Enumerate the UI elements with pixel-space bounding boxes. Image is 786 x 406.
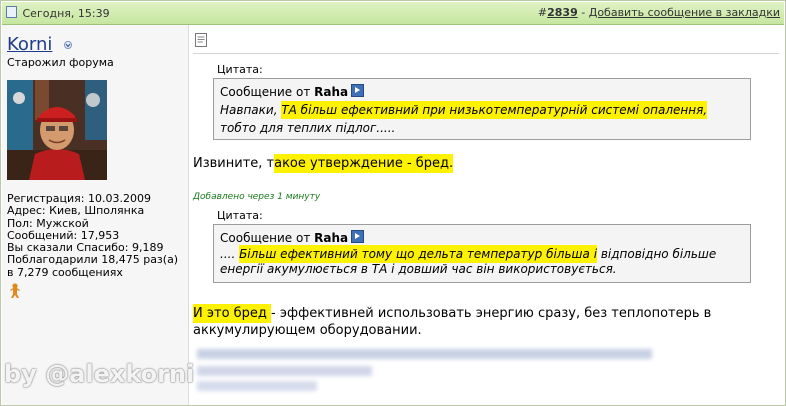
post-icon <box>195 33 207 47</box>
quote-text-prefix: .... <box>220 247 240 261</box>
quote-text: Навпаки, ТА більш ефективний при низькот… <box>220 101 744 119</box>
post-header-links: #2839 - Добавить сообщение в закладки <box>538 6 780 19</box>
user-info-line: в 7,279 сообщениях <box>7 265 123 279</box>
post-header: Сегодня, 15:39 #2839 - Добавить сообщени… <box>2 2 784 25</box>
reply-highlight-2: И это бред <box>193 304 272 323</box>
user-sidebar: Korni Старожил форума Регистрация: 10.03… <box>2 25 189 405</box>
blurred-signature <box>197 366 372 376</box>
gingerbread-icon <box>10 283 20 298</box>
added-note: Добавлено через 1 минуту <box>193 192 321 202</box>
avatar[interactable] <box>7 80 107 180</box>
quote-text-prefix: Навпаки, <box>220 103 282 117</box>
post-separator <box>193 53 779 54</box>
reply-text-1-prefix: Извините, т <box>193 156 275 171</box>
reply-text-2-rest: - эффективней использовать энергию сразу… <box>193 306 712 338</box>
reply-text-2: И это бред - эффективней использовать эн… <box>193 304 753 339</box>
user-info-line: Адрес: Киев, Шполянка <box>7 204 145 218</box>
quote-text: .... Більш ефективний тому що дельта тем… <box>220 245 744 277</box>
post-doc-icon <box>6 6 17 18</box>
quote-from: Сообщение от <box>220 231 315 245</box>
quote-author: Raha <box>314 231 349 245</box>
blurred-signature <box>197 349 652 359</box>
quote-label: Цитата: <box>217 209 263 222</box>
quote-box: Сообщение от Raha Навпаки, ТА більш ефек… <box>213 78 751 140</box>
reply-text-1: Извините, такое утверждение - бред. <box>193 154 454 173</box>
username-link[interactable]: Korni <box>7 34 52 55</box>
quote-text-rest: відповідно більше <box>597 247 717 261</box>
bookmark-link[interactable]: Добавить сообщение в закладки <box>589 6 780 19</box>
post-date-text: Сегодня, 15:39 <box>22 7 110 20</box>
quote-highlight: ТА більш ефективний при низькотемператур… <box>281 101 708 119</box>
blurred-signature <box>197 381 317 391</box>
user-info: Регистрация: 10.03.2009 Адрес: Киев, Шпо… <box>7 192 187 279</box>
header-separator: - <box>577 6 589 19</box>
reply-highlight-1: акое утверждение - бред. <box>274 154 454 173</box>
post-frame: Сегодня, 15:39 #2839 - Добавить сообщени… <box>0 0 786 406</box>
user-title: Старожил форума <box>7 56 114 69</box>
quote-label: Цитата: <box>217 63 263 76</box>
quote-box: Сообщение от Raha .... Більш ефективний … <box>213 224 751 283</box>
quote-text-line2-text: енергії акумулюється в ТА і довший час в… <box>220 262 617 276</box>
quote-text-line2-text: тобто для теплих підлог..... <box>220 121 396 135</box>
user-info-line: Поблагодарили 18,475 раз(а) <box>7 253 179 267</box>
quote-from: Сообщение от <box>220 85 315 99</box>
quote-author: Raha <box>314 85 349 99</box>
watermark: by @alexkorni <box>4 360 195 388</box>
quote-text-line2: тобто для теплих підлог..... <box>220 119 744 137</box>
post-content: Цитата: Сообщение от Raha Навпаки, ТА бі… <box>189 25 784 405</box>
post-number-link[interactable]: 2839 <box>547 6 578 19</box>
post-date: Сегодня, 15:39 <box>6 6 110 20</box>
quote-header: Сообщение от Raha <box>220 83 744 101</box>
view-post-icon[interactable] <box>351 84 365 97</box>
view-post-icon[interactable] <box>351 230 365 243</box>
user-menu-arrow-icon[interactable] <box>64 41 72 49</box>
post-hash: # <box>537 6 548 19</box>
quote-highlight: Більш ефективний тому що дельта температ… <box>239 245 598 263</box>
